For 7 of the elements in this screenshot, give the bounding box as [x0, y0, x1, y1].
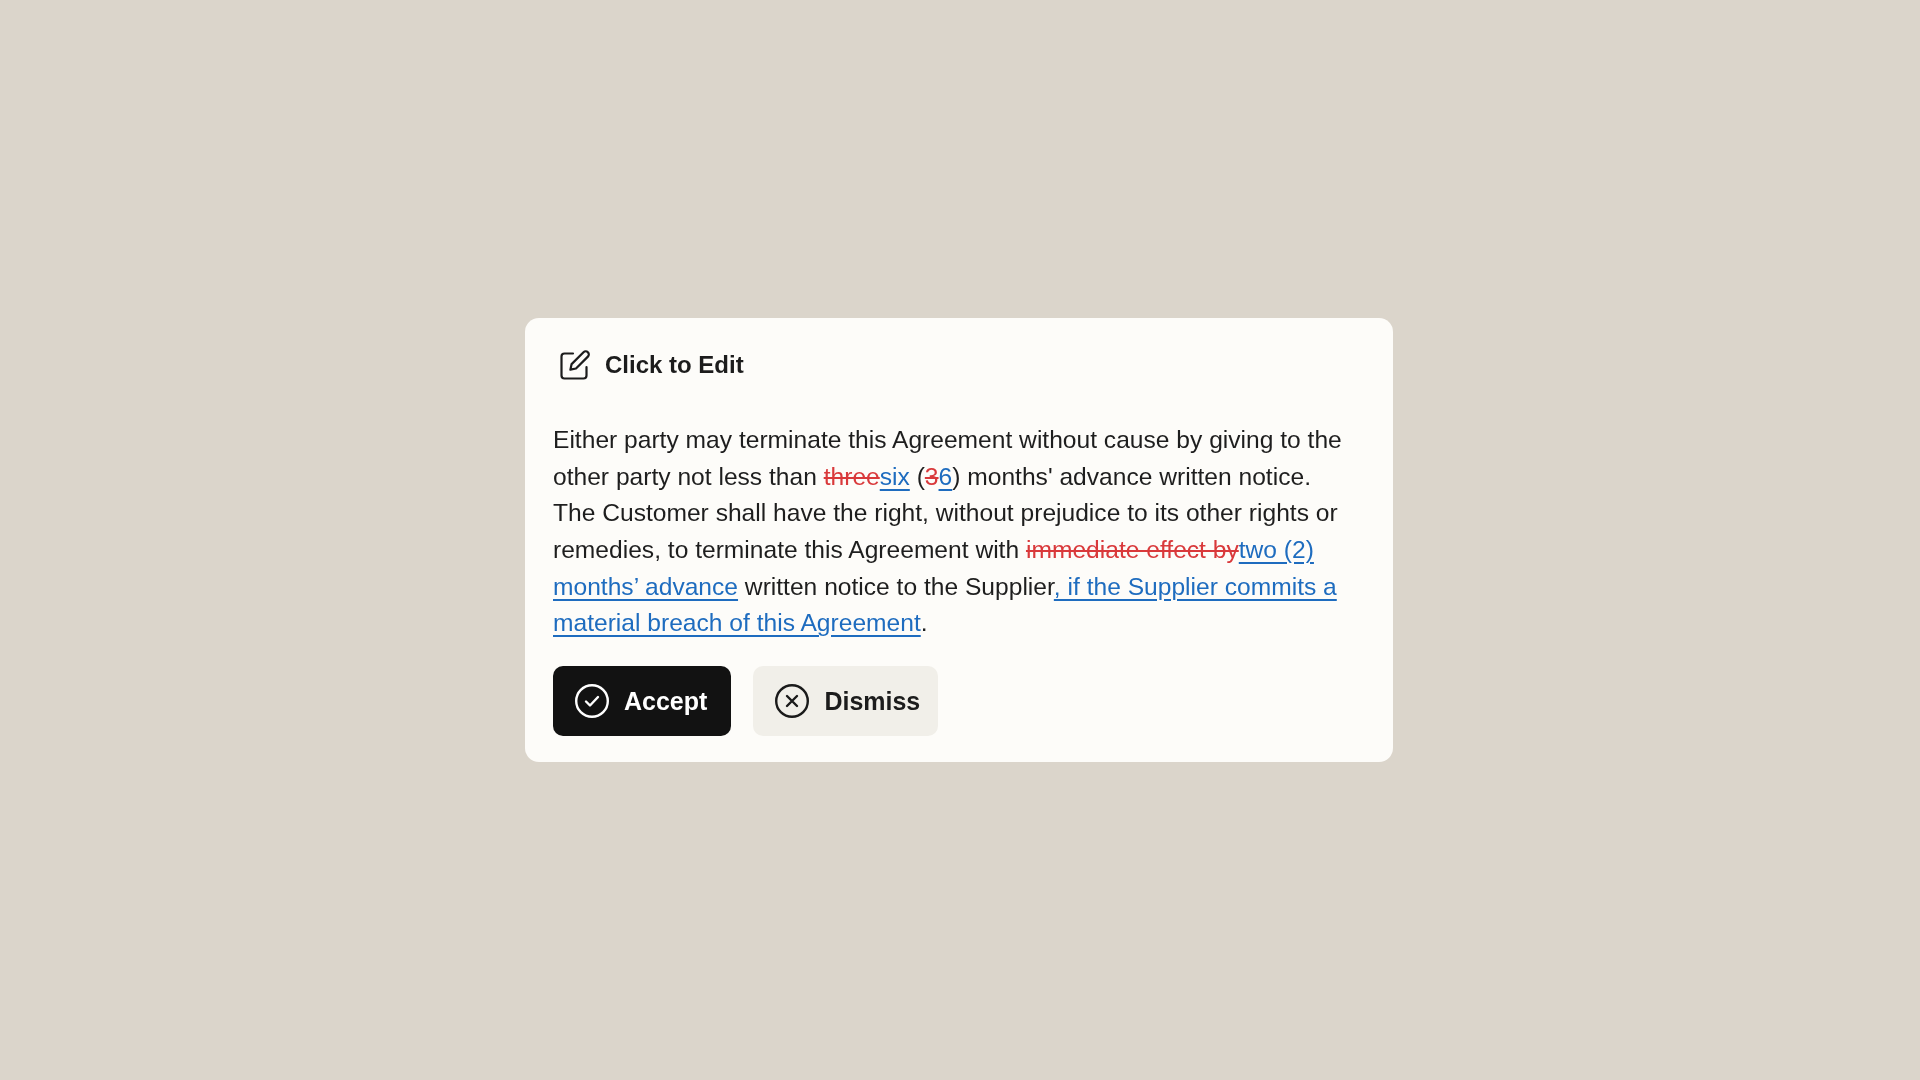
card-title: Click to Edit [605, 351, 744, 380]
close-circle-icon [775, 684, 810, 719]
dismiss-button[interactable]: Dismiss [753, 666, 939, 737]
suggested-clause-text: Either party may terminate this Agreement without cause by giving to the other party not less than threesix (36) months' advance written notice. The Customer shall have the right, without prejudice to its other rights or remedies, to terminate this Agreement with immediate effect bytwo (2) months’ advance written notice to the Supplier, if the Supplier commits a material breach of this Agreement. [553, 424, 1343, 639]
edit-icon [559, 349, 590, 381]
accept-button[interactable]: Accept [553, 666, 732, 737]
check-circle-icon [575, 684, 609, 719]
